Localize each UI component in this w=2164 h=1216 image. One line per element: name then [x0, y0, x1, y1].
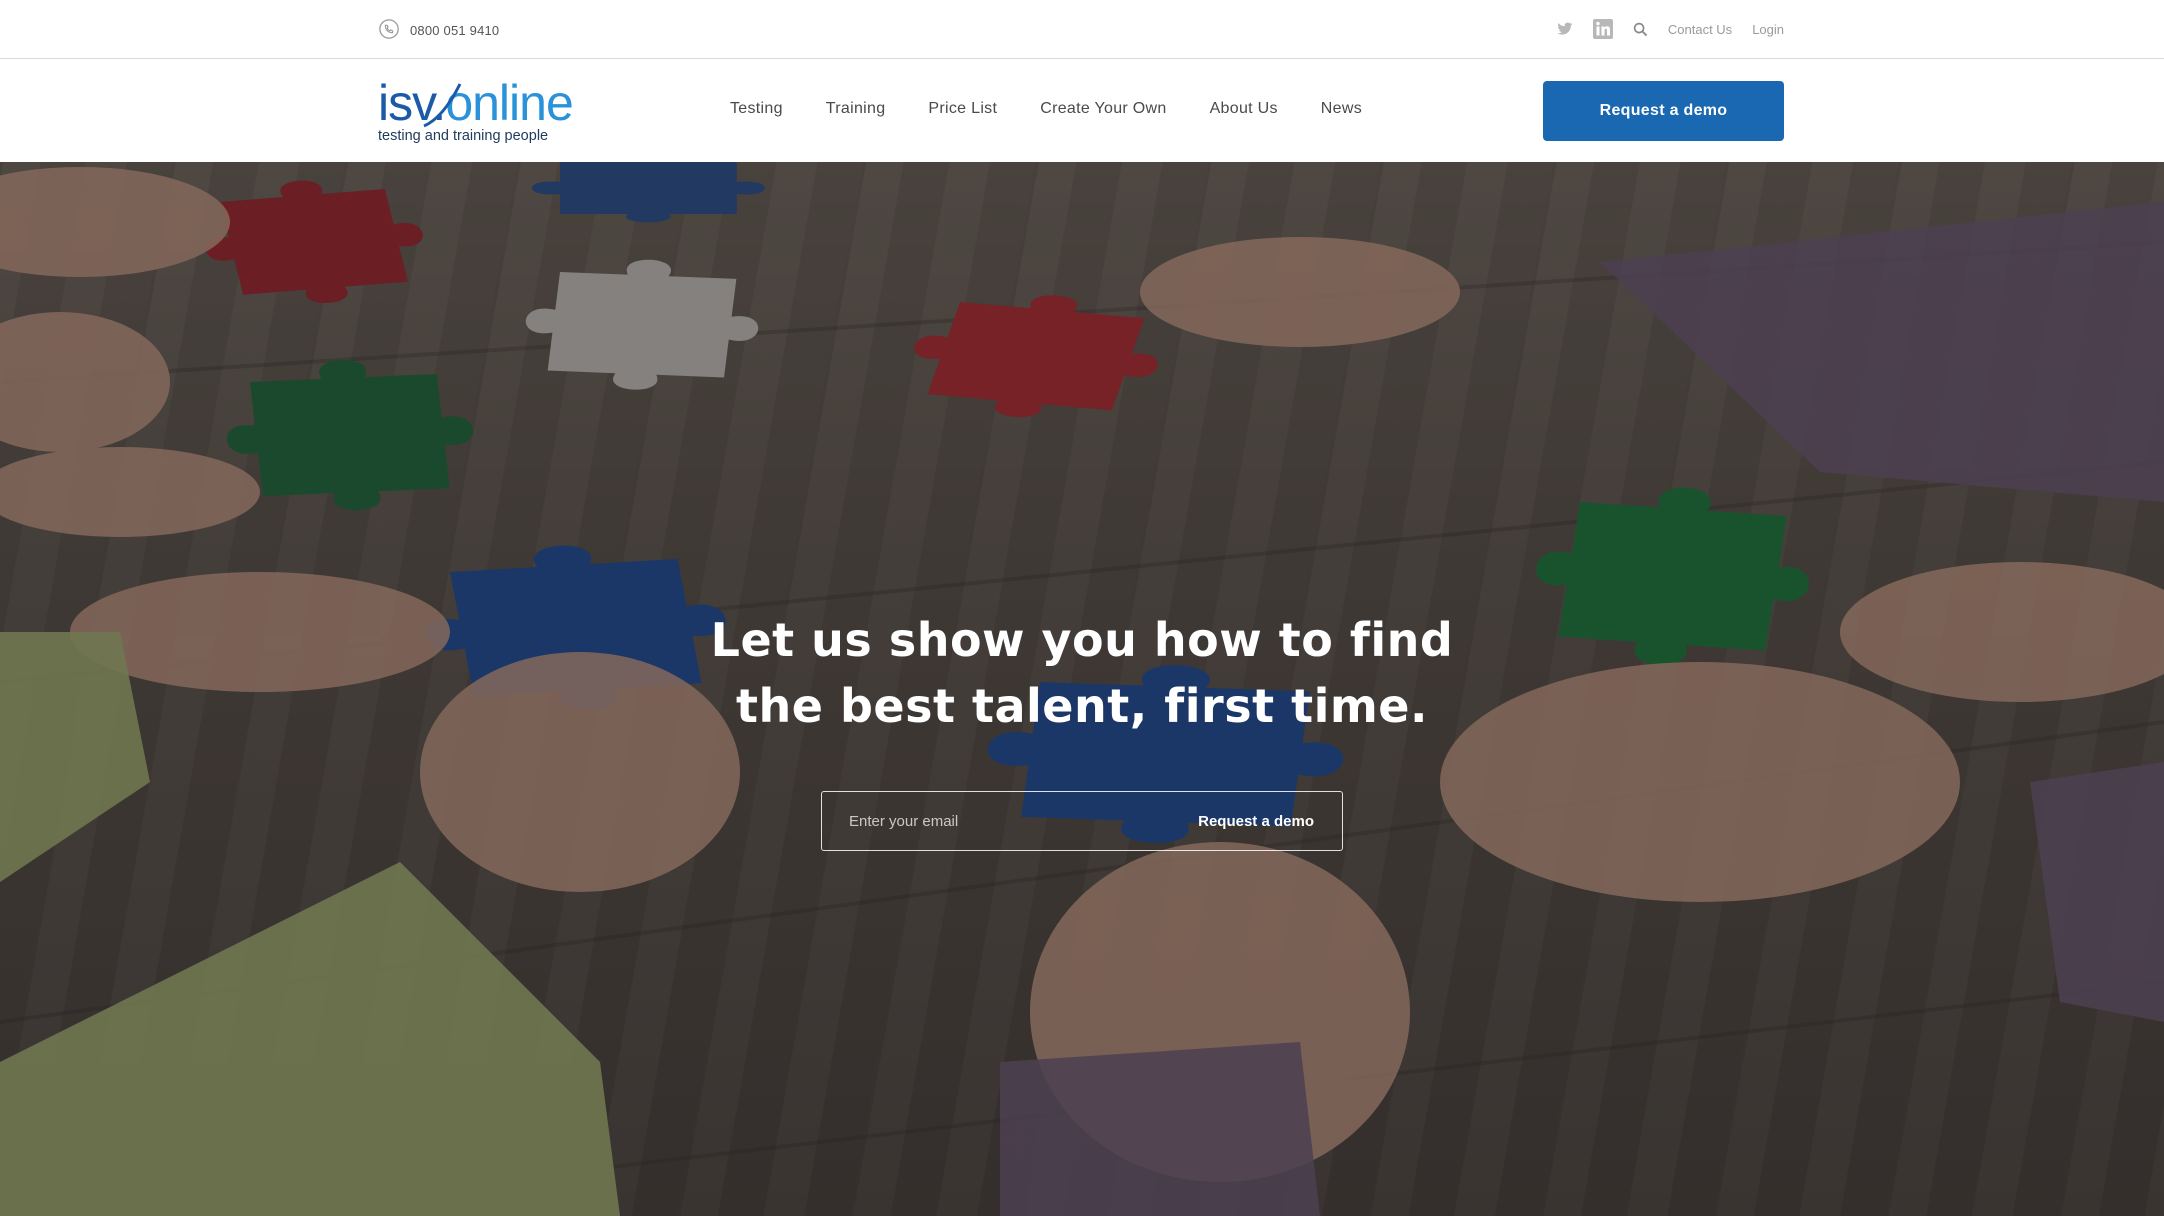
nav-item-price-list[interactable]: Price List: [928, 100, 997, 118]
primary-menu: Testing Training Price List Create Your …: [730, 100, 1362, 118]
logo-tagline: testing and training people: [378, 128, 549, 144]
nav-item-testing[interactable]: Testing: [730, 100, 783, 118]
main-navbar: isv.online testing and training people T…: [0, 60, 2164, 162]
topbar-right-links: Contact Us Login: [1557, 17, 1784, 41]
nav-item-news[interactable]: News: [1321, 100, 1362, 118]
request-demo-button[interactable]: Request a demo: [1543, 81, 1784, 141]
hero-section: Let us show you how to find the best tal…: [0, 162, 2164, 1216]
hero-headline-line1: Let us show you how to find: [710, 613, 1454, 667]
nav-item-create-your-own[interactable]: Create Your Own: [1040, 100, 1166, 118]
nav-item-training[interactable]: Training: [826, 100, 886, 118]
logo-swoosh-icon: [423, 83, 462, 128]
logo-wordmark: isv.online: [378, 78, 574, 128]
twitter-icon[interactable]: [1557, 22, 1573, 36]
phone-icon: [378, 18, 400, 43]
search-icon[interactable]: [1633, 22, 1648, 37]
hero-headline: Let us show you how to find the best tal…: [0, 607, 2164, 739]
linkedin-icon[interactable]: [1592, 19, 1613, 39]
hero-headline-line2: the best talent, first time.: [736, 679, 1428, 733]
hero-request-demo-button[interactable]: Request a demo: [1198, 792, 1314, 850]
login-link[interactable]: Login: [1752, 22, 1784, 37]
contact-us-link[interactable]: Contact Us: [1668, 22, 1732, 37]
site-logo[interactable]: isv.online testing and training people: [378, 78, 574, 146]
phone-number[interactable]: 0800 051 9410: [410, 23, 499, 38]
top-utility-bar: 0800 051 9410 Contact Us Login: [0, 0, 2164, 59]
phone-contact[interactable]: 0800 051 9410: [378, 18, 499, 43]
email-input[interactable]: [822, 792, 1162, 850]
nav-item-about-us[interactable]: About Us: [1210, 100, 1278, 118]
demo-request-form: Request a demo: [821, 791, 1343, 851]
